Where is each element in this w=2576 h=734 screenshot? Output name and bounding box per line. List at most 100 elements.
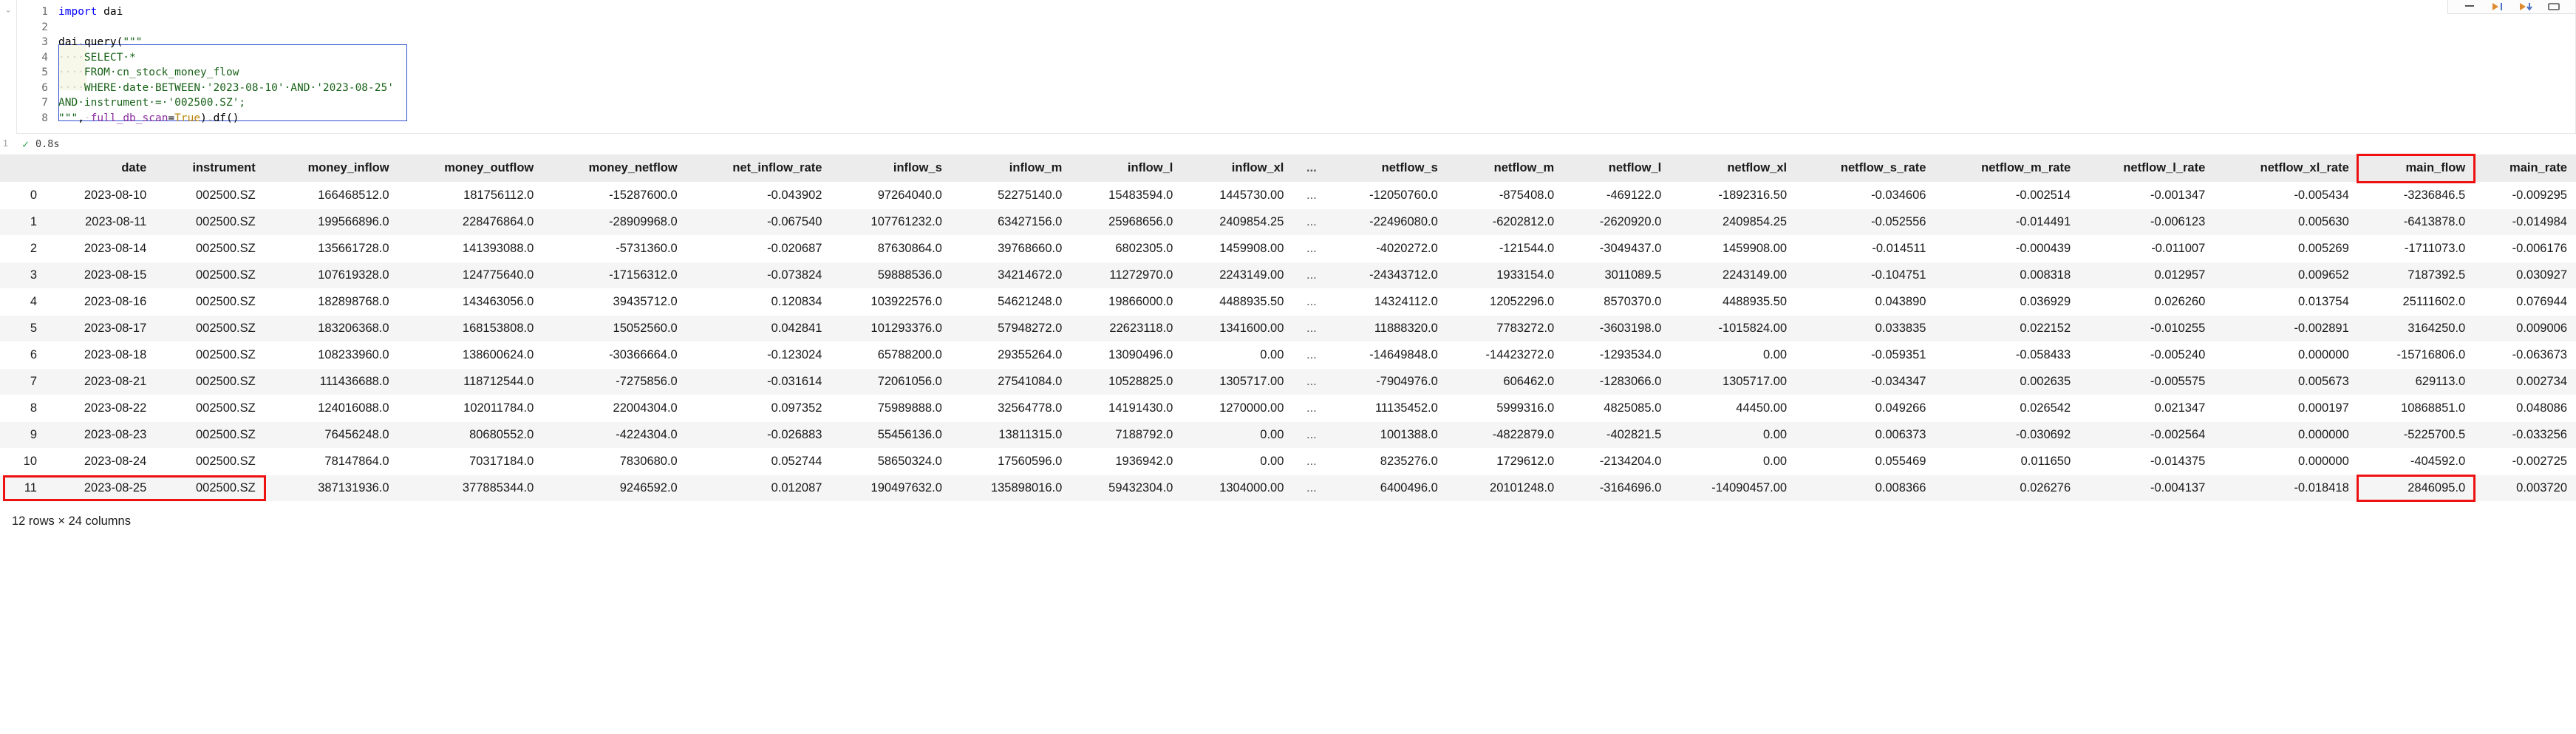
chevron-down-icon[interactable]: ⌄ (4, 7, 11, 14)
table-cell: -404592.0 (2358, 449, 2474, 475)
table-cell: 39435712.0 (542, 289, 686, 316)
table-cell: 13811315.0 (951, 422, 1071, 449)
column-header-netflow_l[interactable]: netflow_l (1563, 154, 1670, 183)
table-cell: 87630864.0 (831, 236, 950, 262)
table-cell: 25111602.0 (2358, 289, 2474, 316)
table-row[interactable]: 22023-08-14002500.SZ135661728.0141393088… (0, 236, 2576, 262)
notebook-cell: ⌄ (0, 0, 2576, 154)
table-cell: 0.002734 (2474, 369, 2576, 395)
table-row[interactable]: 72023-08-21002500.SZ111436688.0118712544… (0, 369, 2576, 395)
table-cell: 2023-08-18 (47, 342, 155, 369)
table-cell: 0.021347 (2079, 395, 2214, 422)
elapsed-time: 0.8s (35, 138, 60, 150)
table-cell: 0.011650 (1935, 449, 2079, 475)
table-row[interactable]: 52023-08-17002500.SZ183206368.0168153808… (0, 316, 2576, 342)
table-cell: 1305717.00 (1670, 369, 1796, 395)
table-cell: 6802305.0 (1071, 236, 1182, 262)
column-header-money_inflow[interactable]: money_inflow (265, 154, 398, 183)
column-header-inflow_s[interactable]: inflow_s (831, 154, 950, 183)
table-row[interactable]: 62023-08-18002500.SZ108233960.0138600624… (0, 342, 2576, 369)
table-row[interactable]: 112023-08-25002500.SZ387131936.037788534… (0, 475, 2576, 502)
run-cell-icon[interactable] (2461, 1, 2478, 11)
table-cell: 14191430.0 (1071, 395, 1182, 422)
column-header-money_netflow[interactable]: money_netflow (542, 154, 686, 183)
table-cell: 0.076944 (2474, 289, 2576, 316)
table-cell: -469122.0 (1563, 183, 1670, 209)
column-header-instrument[interactable]: instrument (155, 154, 264, 183)
table-cell: -402821.5 (1563, 422, 1670, 449)
table-cell: 0.008318 (1935, 262, 2079, 289)
table-row[interactable]: 32023-08-15002500.SZ107619328.0124775640… (0, 262, 2576, 289)
column-header-main_flow[interactable]: main_flow (2358, 154, 2474, 183)
column-header-netflow_m[interactable]: netflow_m (1447, 154, 1563, 183)
table-cell: 1270000.00 (1182, 395, 1292, 422)
column-header-money_outflow[interactable]: money_outflow (398, 154, 543, 183)
column-header-[interactable]: ... (1292, 154, 1330, 183)
table-cell: 7830680.0 (542, 449, 686, 475)
table-cell: -0.020687 (686, 236, 831, 262)
table-cell: 108233960.0 (265, 342, 398, 369)
dataframe-output[interactable]: dateinstrumentmoney_inflowmoney_outflowm… (0, 154, 2576, 529)
table-cell: 1729612.0 (1447, 449, 1563, 475)
table-cell: 0.00 (1670, 422, 1796, 449)
table-cell: -1711073.0 (2358, 236, 2474, 262)
column-header-netflow_s_rate[interactable]: netflow_s_rate (1796, 154, 1935, 183)
table-cell: 0.005630 (2214, 209, 2357, 236)
table-row[interactable]: 102023-08-24002500.SZ78147864.070317184.… (0, 449, 2576, 475)
column-header-main_rate[interactable]: main_rate (2474, 154, 2576, 183)
column-header-inflow_l[interactable]: inflow_l (1071, 154, 1182, 183)
table-cell: -24343712.0 (1330, 262, 1446, 289)
table-row[interactable]: 02023-08-10002500.SZ166468512.0181756112… (0, 183, 2576, 209)
column-header-netflow_m_rate[interactable]: netflow_m_rate (1935, 154, 2079, 183)
table-cell: ... (1292, 209, 1330, 236)
table-cell: 0.003720 (2474, 475, 2576, 502)
table-cell: -14649848.0 (1330, 342, 1446, 369)
table-cell: 80680552.0 (398, 422, 543, 449)
table-row[interactable]: 82023-08-22002500.SZ124016088.0102011784… (0, 395, 2576, 422)
table-cell: -2620920.0 (1563, 209, 1670, 236)
run-and-insert-icon[interactable] (2518, 1, 2534, 11)
table-cell: 39768660.0 (951, 236, 1071, 262)
cell-collapse-gutter[interactable]: ⌄ (0, 0, 16, 15)
column-header-net_inflow_rate[interactable]: net_inflow_rate (686, 154, 831, 183)
column-header-netflow_xl[interactable]: netflow_xl (1670, 154, 1796, 183)
table-cell: 0.000197 (2214, 395, 2357, 422)
table-cell: -0.006123 (2079, 209, 2214, 236)
table-cell: 0.00 (1670, 342, 1796, 369)
table-cell: 2023-08-15 (47, 262, 155, 289)
code-editor[interactable]: 1 import dai 2 3 dai.query(""" 4 ····SEL… (16, 0, 2576, 134)
table-row[interactable]: 92023-08-23002500.SZ76456248.080680552.0… (0, 422, 2576, 449)
table-cell: 11888320.0 (1330, 316, 1446, 342)
line-text: ····SELECT·* (58, 50, 136, 66)
table-cell: 0.009652 (2214, 262, 2357, 289)
column-header-netflow_l_rate[interactable]: netflow_l_rate (2079, 154, 2214, 183)
cell-toolbar (2447, 0, 2575, 14)
table-cell: -22496080.0 (1330, 209, 1446, 236)
row-index: 1 (0, 209, 47, 236)
code-content[interactable]: 1 import dai 2 3 dai.query(""" 4 ····SEL… (17, 0, 2575, 133)
line-number: 5 (17, 65, 58, 81)
column-header-netflow_s[interactable]: netflow_s (1330, 154, 1446, 183)
table-cell: -0.014511 (1796, 236, 1935, 262)
column-header-netflow_xl_rate[interactable]: netflow_xl_rate (2214, 154, 2357, 183)
column-header-inflow_m[interactable]: inflow_m (951, 154, 1071, 183)
table-cell: 11135452.0 (1330, 395, 1446, 422)
table-cell: 2023-08-22 (47, 395, 155, 422)
table-cell: 0.005673 (2214, 369, 2357, 395)
dataframe-table[interactable]: dateinstrumentmoney_inflowmoney_outflowm… (0, 154, 2576, 501)
table-row[interactable]: 42023-08-16002500.SZ182898768.0143463056… (0, 289, 2576, 316)
table-cell: -875408.0 (1447, 183, 1563, 209)
table-row[interactable]: 12023-08-11002500.SZ199566896.0228476864… (0, 209, 2576, 236)
column-header-date[interactable]: date (47, 154, 155, 183)
table-cell: 1459908.00 (1182, 236, 1292, 262)
table-cell: 2023-08-24 (47, 449, 155, 475)
run-and-advance-icon[interactable] (2490, 1, 2506, 11)
table-cell: -4224304.0 (542, 422, 686, 449)
cell-panel-icon[interactable] (2546, 1, 2562, 11)
code-line: 2 (17, 20, 2575, 35)
table-cell: 0.052744 (686, 449, 831, 475)
table-cell: 0.005269 (2214, 236, 2357, 262)
column-header-inflow_xl[interactable]: inflow_xl (1182, 154, 1292, 183)
row-index: 11 (0, 475, 47, 502)
table-cell: 103922576.0 (831, 289, 950, 316)
